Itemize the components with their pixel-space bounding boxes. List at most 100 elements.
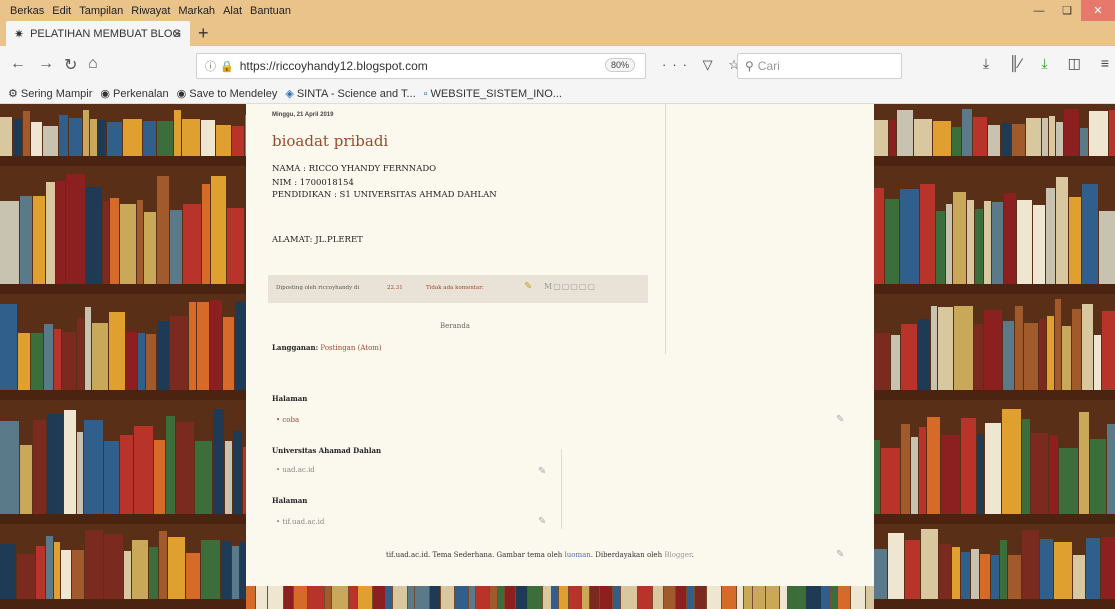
post-title[interactable]: bioadat pribadi xyxy=(272,132,388,150)
book-spine xyxy=(144,212,156,284)
book-spine xyxy=(146,334,156,390)
reload-icon[interactable]: ↻ xyxy=(64,55,77,75)
book-spine xyxy=(157,121,173,156)
bookmark-mendeley[interactable]: ◉ Save to Mendeley xyxy=(176,87,278,101)
menu-edit[interactable]: Edit xyxy=(52,5,71,17)
book-spine xyxy=(1072,309,1081,390)
close-window-icon[interactable]: ✕ xyxy=(1081,0,1115,21)
book-spine xyxy=(505,586,515,609)
post-pendidikan: PENDIDIKAN : S1 UNIVERSITAS AHMAD DAHLAN xyxy=(272,190,497,200)
tab-active[interactable]: ✷ PELATIHAN MEMBUAT BLOG ✕ xyxy=(6,21,190,46)
menu-icon[interactable]: ≡ xyxy=(1101,55,1109,72)
menu-berkas[interactable]: Berkas xyxy=(10,5,44,17)
book-spine xyxy=(308,586,324,609)
widget-link-coba[interactable]: • coba xyxy=(276,416,299,424)
widget-edit-icon[interactable]: ✎ xyxy=(538,516,546,527)
sidebar-icon[interactable]: ◫ xyxy=(1068,55,1081,72)
menu-markah[interactable]: Markah xyxy=(178,5,215,17)
book-spine xyxy=(137,200,143,284)
book-spine xyxy=(1039,319,1046,390)
beranda-link[interactable]: Beranda xyxy=(440,322,470,330)
book-spine xyxy=(123,119,142,156)
search-input[interactable]: ⚲ Cari xyxy=(737,53,902,79)
book-spine xyxy=(1054,542,1072,599)
pocket-icon[interactable]: ▽ xyxy=(703,57,719,72)
share-icons[interactable]: M▢▢▢▢▢ xyxy=(544,282,596,291)
bookmark-sering-mampir[interactable]: ⚙ Sering Mampir xyxy=(8,87,92,101)
book-spine xyxy=(124,551,131,599)
search-placeholder: Cari xyxy=(757,59,780,73)
sidebar-divider xyxy=(665,104,666,354)
book-spine xyxy=(358,586,372,609)
book-spine xyxy=(0,421,19,514)
subscription-link[interactable]: Postingan (Atom) xyxy=(320,344,381,352)
book-spine xyxy=(794,586,805,609)
download-icon[interactable]: ⤓ xyxy=(983,55,989,72)
book-spine xyxy=(766,586,779,609)
comments-link[interactable]: Tidak ada komentar: xyxy=(426,285,484,291)
book-spine xyxy=(120,204,136,284)
book-spine xyxy=(61,550,71,599)
attribution-author-link[interactable]: luoman xyxy=(564,551,590,559)
post-footer: Diposting oleh riccoyhandy di 22.31 Tida… xyxy=(268,275,648,303)
book-spine xyxy=(1101,537,1115,599)
library-icon[interactable]: ║⁄ xyxy=(1009,55,1021,72)
book-spine xyxy=(233,431,242,514)
book-spine xyxy=(62,332,76,390)
menu-tampilan[interactable]: Tampilan xyxy=(79,5,123,17)
book-spine xyxy=(1000,540,1007,599)
book-spine xyxy=(1086,538,1100,599)
search-icon: ⚲ xyxy=(745,59,754,73)
book-spine xyxy=(1026,118,1041,156)
close-tab-icon[interactable]: ✕ xyxy=(172,27,182,41)
menu-bantuan[interactable]: Bantuan xyxy=(250,5,291,17)
book-spine xyxy=(77,432,83,514)
globe-icon: ◉ xyxy=(176,88,187,100)
forward-icon[interactable]: → xyxy=(38,55,54,73)
widget-link-uad[interactable]: • uad.ac.id xyxy=(276,466,315,474)
book-spine xyxy=(103,201,109,284)
blogger-link[interactable]: Blogger xyxy=(664,551,691,559)
extension-icon[interactable]: ⤓ xyxy=(1041,55,1047,72)
widget-edit-icon[interactable]: ✎ xyxy=(836,549,844,560)
book-spine xyxy=(1107,424,1115,514)
bookmark-sinta[interactable]: ◈ SINTA - Science and T... xyxy=(285,87,415,101)
book-spine xyxy=(120,435,133,514)
url-bar[interactable]: ⓘ 🔒 https://riccoyhandy12.blogspot.com 8… xyxy=(196,53,646,79)
minimize-icon[interactable]: — xyxy=(1025,0,1053,21)
url-text[interactable]: https://riccoyhandy12.blogspot.com xyxy=(240,59,428,73)
book-spine xyxy=(176,422,194,514)
book-spine xyxy=(85,307,91,390)
shelf-plank xyxy=(0,156,246,166)
bookmark-website[interactable]: ▫ WEBSITE_SISTEM_INO... xyxy=(424,88,562,100)
book-spine xyxy=(851,586,865,609)
widget-link-tif[interactable]: • tif.uad.ac.id xyxy=(276,518,324,526)
bookmark-perkenalan[interactable]: ◉ Perkenalan xyxy=(100,87,168,101)
maximize-icon[interactable]: ❏ xyxy=(1053,0,1081,21)
book-spine xyxy=(498,586,504,609)
subscription-label: Langganan: xyxy=(272,343,319,352)
book-spine xyxy=(166,416,175,514)
book-spine xyxy=(469,586,475,609)
home-icon[interactable]: ⌂ xyxy=(88,55,98,73)
book-spine xyxy=(1090,439,1106,514)
footer-column-divider xyxy=(561,449,562,529)
book-spine xyxy=(1024,323,1038,390)
more-actions-icon[interactable]: ··· xyxy=(662,57,693,72)
book-spine xyxy=(953,192,966,284)
attribution: tif.uad.ac.id. Tema Sederhana. Gambar te… xyxy=(386,551,694,559)
book-spine xyxy=(325,586,331,609)
post-date: Minggu, 21 April 2019 xyxy=(272,112,334,118)
book-spine xyxy=(415,586,429,609)
menu-alat[interactable]: Alat xyxy=(223,5,242,17)
lock-icon[interactable]: 🔒 xyxy=(220,60,234,73)
back-icon[interactable]: ← xyxy=(10,55,26,73)
edit-pencil-icon[interactable]: ✎ xyxy=(524,281,532,292)
post-time-link[interactable]: 22.31 xyxy=(387,285,403,291)
info-icon[interactable]: ⓘ xyxy=(205,58,216,74)
new-tab-icon[interactable]: + xyxy=(198,23,209,44)
menu-riwayat[interactable]: Riwayat xyxy=(131,5,170,17)
zoom-badge[interactable]: 80% xyxy=(604,58,635,72)
widget-edit-icon[interactable]: ✎ xyxy=(538,466,546,477)
widget-edit-icon[interactable]: ✎ xyxy=(836,414,844,425)
